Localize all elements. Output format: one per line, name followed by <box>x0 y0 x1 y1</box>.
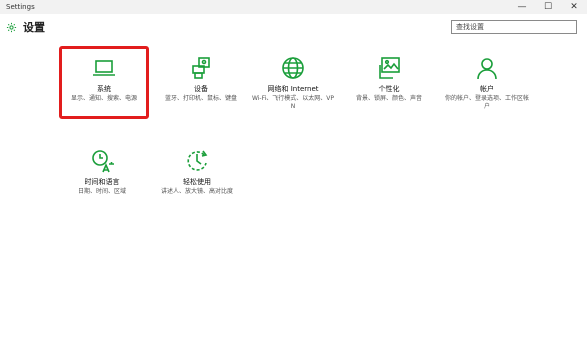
tile-time-language-desc: 日期、时间、区域 <box>77 188 126 195</box>
ease-of-access-icon <box>184 148 210 174</box>
tile-accounts-name: 帐户 <box>480 85 494 93</box>
minimize-button[interactable]: — <box>509 0 535 14</box>
tile-time-language[interactable]: 时间和语言 日期、时间、区域 <box>59 148 145 196</box>
time-language-icon <box>89 148 115 174</box>
devices-icon <box>188 55 214 81</box>
settings-header: 设置 <box>0 14 587 40</box>
tile-ease-of-access-name: 轻松使用 <box>183 178 211 186</box>
tile-network[interactable]: 网络和 Internet Wi-Fi、飞行模式、以太网、VPN <box>250 55 336 111</box>
window-controls: — ☐ ✕ <box>509 0 587 14</box>
tile-devices-desc: 蓝牙、打印机、鼠标、键盘 <box>164 95 237 102</box>
settings-window: Settings — ☐ ✕ 设置 系统 显示、通知、搜索、 <box>0 0 587 364</box>
tile-personalization-name: 个性化 <box>378 85 400 93</box>
tile-accounts-desc: 你的帐户、登录选项、工作区帐户 <box>444 95 529 110</box>
tile-personalization-desc: 背景、锁屏、颜色、声音 <box>355 95 422 102</box>
tile-time-language-name: 时间和语言 <box>84 178 120 186</box>
globe-icon <box>280 55 306 81</box>
selection-highlight <box>59 46 149 119</box>
page-title: 设置 <box>23 21 45 34</box>
tile-personalization[interactable]: 个性化 背景、锁屏、颜色、声音 <box>346 55 432 103</box>
personalization-icon <box>376 55 402 81</box>
tile-devices[interactable]: 设备 蓝牙、打印机、鼠标、键盘 <box>158 55 244 103</box>
maximize-button[interactable]: ☐ <box>535 0 561 14</box>
close-button[interactable]: ✕ <box>561 0 587 14</box>
tile-ease-of-access[interactable]: 轻松使用 讲述人、放大镜、高对比度 <box>154 148 240 196</box>
tile-devices-name: 设备 <box>194 85 208 93</box>
tile-network-name: 网络和 Internet <box>267 85 319 93</box>
tile-ease-of-access-desc: 讲述人、放大镜、高对比度 <box>160 188 233 195</box>
tile-accounts[interactable]: 帐户 你的帐户、登录选项、工作区帐户 <box>444 55 530 111</box>
person-icon <box>474 55 500 81</box>
window-title: Settings <box>6 3 35 11</box>
gear-icon <box>6 22 17 33</box>
title-bar: Settings — ☐ ✕ <box>0 0 587 14</box>
tile-network-desc: Wi-Fi、飞行模式、以太网、VPN <box>251 95 335 110</box>
search-input[interactable] <box>451 20 577 34</box>
